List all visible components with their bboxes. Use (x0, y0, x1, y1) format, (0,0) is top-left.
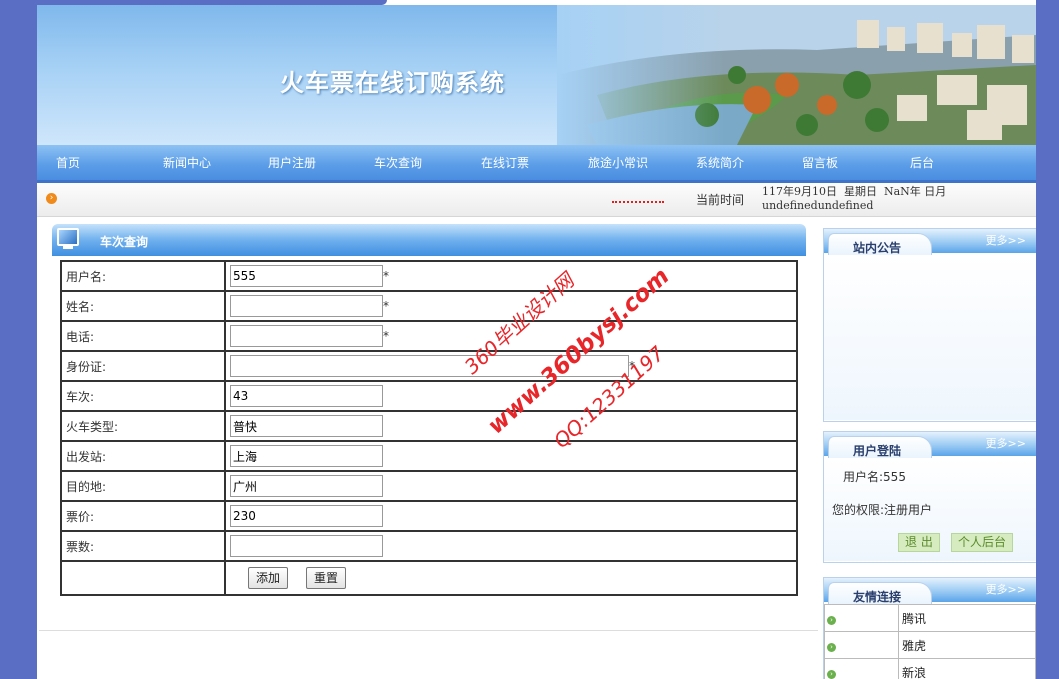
form-row-phone: 电话: * (60, 320, 798, 352)
current-time-label: 当前时间 (696, 193, 745, 207)
link-tencent[interactable]: 腾讯 (898, 604, 1036, 632)
friend-links-list: › 腾讯 › 雅虎 › 新浪 (824, 604, 1036, 679)
main-nav: 首页 新闻中心 用户注册 车次查询 在线订票 旅途小常识 系统简介 留言板 后台 (37, 145, 1036, 183)
field-label: 票价: (60, 500, 226, 532)
field-label: 用户名: (60, 260, 226, 292)
price-input[interactable] (230, 505, 383, 527)
info-bar: › 当前时间 117年9月10日 星期日 NaN年 日月 undefinedun… (37, 183, 1036, 217)
field-label: 票数: (60, 530, 226, 562)
notice-body (824, 255, 1036, 420)
link-yahoo[interactable]: 雅虎 (898, 631, 1036, 659)
nav-item-home[interactable]: 首页 (56, 154, 80, 171)
booking-form: 用户名: * 姓名: * 电话: * 身份证: * 车次: 火车类型: (60, 260, 798, 596)
links-title: 友情连接 (853, 590, 902, 604)
name-input[interactable] (230, 295, 383, 317)
arrow-icon: › (827, 670, 836, 679)
arrow-bullet-icon: › (46, 193, 57, 204)
field-label: 车次: (60, 380, 226, 412)
nav-item-guestbook[interactable]: 留言板 (802, 154, 838, 171)
panel-header: 车次查询 (52, 224, 806, 256)
nav-item-admin[interactable]: 后台 (910, 154, 934, 171)
reset-button[interactable]: 重置 (306, 567, 347, 589)
arrow-icon: › (827, 643, 836, 652)
monitor-icon (57, 228, 79, 249)
header-banner: 火车票在线订购系统 (37, 5, 1036, 145)
field-label: 姓名: (60, 290, 226, 322)
form-row-destination: 目的地: (60, 470, 798, 502)
nav-item-train-search[interactable]: 车次查询 (374, 154, 422, 171)
form-row-name: 姓名: * (60, 290, 798, 322)
arrow-icon: › (827, 616, 836, 625)
nav-item-travel-tips[interactable]: 旅途小常识 (588, 154, 648, 171)
login-title: 用户登陆 (853, 444, 902, 458)
form-row-actions: 添加 重置 (60, 560, 798, 596)
departure-input[interactable] (230, 445, 383, 467)
friend-links-box: 友情连接 更多>> › 腾讯 › 雅虎 › 新浪 (823, 577, 1036, 679)
time-line-2: undefinedundefined (762, 199, 874, 212)
form-row-train-no: 车次: (60, 380, 798, 412)
panel-bottom-line (39, 630, 818, 631)
phone-input[interactable] (230, 325, 383, 347)
site-title: 火车票在线订购系统 (280, 69, 505, 97)
logout-button[interactable]: 退 出 (898, 533, 940, 552)
panel-title: 车次查询 (100, 235, 149, 249)
current-time-value: 117年9月10日 星期日 NaN年 日月 undefinedundefined (762, 185, 946, 213)
logged-in-username: 用户名:555 (843, 470, 906, 484)
form-row-departure: 出发站: (60, 440, 798, 472)
nav-item-register[interactable]: 用户注册 (268, 154, 316, 171)
field-label: 身份证: (60, 350, 226, 382)
links-more-link[interactable]: 更多>> (986, 581, 1026, 597)
notice-more-link[interactable]: 更多>> (986, 232, 1026, 248)
nav-item-news[interactable]: 新闻中心 (163, 154, 211, 171)
quantity-input[interactable] (230, 535, 383, 557)
form-row-id-card: 身份证: * (60, 350, 798, 382)
login-more-link[interactable]: 更多>> (986, 435, 1026, 451)
list-item: › 新浪 (824, 658, 1036, 679)
destination-input[interactable] (230, 475, 383, 497)
scroll-marquee-marks (612, 201, 664, 205)
required-mark: * (383, 299, 389, 313)
notice-box: 站内公告 更多>> (823, 228, 1036, 422)
field-label: 目的地: (60, 470, 226, 502)
time-line-1: 117年9月10日 星期日 NaN年 日月 (762, 185, 947, 198)
username-input[interactable] (230, 265, 383, 287)
banner-scenery-image (557, 5, 1036, 145)
train-no-input[interactable] (230, 385, 383, 407)
list-item: › 腾讯 (824, 604, 1036, 632)
train-type-input[interactable] (230, 415, 383, 437)
nav-item-about[interactable]: 系统简介 (696, 154, 744, 171)
form-row-username: 用户名: * (60, 260, 798, 292)
train-search-panel: 车次查询 用户名: * 姓名: * 电话: * 身份证: * 车次: (39, 224, 818, 634)
login-box: 用户登陆 更多>> 用户名:555 您的权限:注册用户 退 出 个人后台 (823, 431, 1036, 563)
id-card-input[interactable] (230, 355, 629, 377)
required-mark: * (383, 269, 389, 283)
personal-center-button[interactable]: 个人后台 (951, 533, 1014, 552)
nav-item-online-booking[interactable]: 在线订票 (481, 154, 529, 171)
form-row-train-type: 火车类型: (60, 410, 798, 442)
field-label: 电话: (60, 320, 226, 352)
page: 火车票在线订购系统 首页 新闻中心 用户注册 车次查询 在线订票 旅途小常识 系… (37, 0, 1036, 679)
notice-title: 站内公告 (853, 241, 902, 255)
link-sina[interactable]: 新浪 (898, 658, 1036, 679)
list-item: › 雅虎 (824, 631, 1036, 659)
required-mark: * (629, 359, 635, 373)
user-role: 您的权限:注册用户 (832, 503, 933, 517)
form-row-quantity: 票数: (60, 530, 798, 562)
field-label: 出发站: (60, 440, 226, 472)
field-label: 火车类型: (60, 410, 226, 442)
required-mark: * (383, 329, 389, 343)
form-row-price: 票价: (60, 500, 798, 532)
add-button[interactable]: 添加 (248, 567, 289, 589)
